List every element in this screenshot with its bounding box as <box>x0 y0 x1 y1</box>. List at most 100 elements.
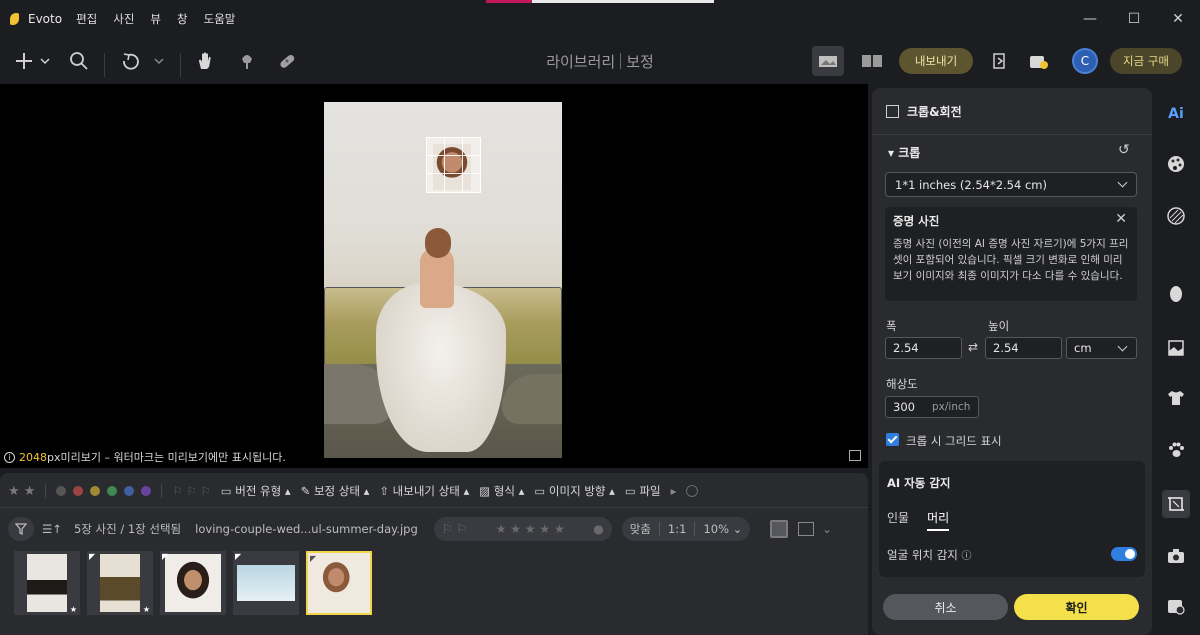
face-icon[interactable] <box>1166 284 1186 304</box>
resolution-label: 해상도 <box>886 377 918 391</box>
maximize-button[interactable]: ☐ <box>1112 0 1156 38</box>
grid-checkbox[interactable] <box>886 433 899 446</box>
add-button[interactable] <box>12 46 52 76</box>
palette-icon[interactable] <box>1166 154 1186 174</box>
edit-status-filter[interactable]: ✎ 보정 상태 ▴ <box>301 483 370 499</box>
thumbnail[interactable]: ◤ <box>160 551 226 615</box>
search-icon <box>70 52 88 70</box>
photos-icon <box>819 56 837 67</box>
reset-icon[interactable]: ↺ <box>1118 142 1130 158</box>
menu-photo[interactable]: 사진 <box>113 11 134 27</box>
export-button[interactable]: 내보내기 <box>899 48 973 74</box>
thumbnail-selected[interactable]: ◤ <box>306 551 372 615</box>
rating-stars[interactable]: ★ ★ ★ ★ ★ <box>496 522 565 536</box>
funnel-icon <box>15 523 27 535</box>
fit-button[interactable]: 맞춤 <box>622 521 659 537</box>
clothing-icon[interactable] <box>1166 388 1186 408</box>
crop-frame[interactable] <box>426 137 481 193</box>
rating-pill[interactable]: ⚐ ⚐ ★ ★ ★ ★ ★ ● <box>433 517 612 541</box>
crop-svg <box>1168 497 1184 511</box>
confirm-button[interactable]: 확인 <box>1014 594 1139 620</box>
thumbnail[interactable]: ◤ <box>233 551 299 615</box>
bandage-tool-button[interactable] <box>276 46 298 76</box>
width-input[interactable]: 2.54 <box>885 337 962 359</box>
color-dot-green[interactable] <box>107 486 118 496</box>
search-button[interactable] <box>66 46 92 76</box>
sort-icon[interactable]: ☰↑ <box>42 522 62 536</box>
version-type-filter[interactable]: ▭ 버전 유형 ▴ <box>221 483 291 499</box>
color-filter <box>56 486 152 496</box>
single-view-button[interactable] <box>770 520 789 538</box>
ai-icon[interactable]: Ai <box>1166 104 1186 124</box>
scroll-right-icon[interactable]: ▸ <box>671 484 677 498</box>
resolution-value: 300 <box>893 400 915 414</box>
filmstrip-toolbar: ☰↑ 5장 사진 / 1장 선택됨 loving-couple-wed...ul… <box>8 517 832 541</box>
settings-circle-icon[interactable] <box>686 485 699 497</box>
share-button[interactable] <box>988 46 1012 76</box>
library-view-button[interactable] <box>812 46 844 76</box>
color-dot-yellow[interactable] <box>90 486 101 496</box>
pet-icon[interactable] <box>1166 440 1186 460</box>
flag-icons[interactable]: ⚐ ⚐ <box>442 522 467 536</box>
resolution-unit: px/inch <box>932 401 971 413</box>
height-input[interactable]: 2.54 <box>985 337 1062 359</box>
undo-button[interactable] <box>120 46 168 76</box>
orientation-label: 이미지 방향 <box>548 484 606 498</box>
thumbnail[interactable]: ★ <box>14 551 80 615</box>
crop-preset-select[interactable]: 1*1 inches (2.54*2.54 cm) <box>885 172 1137 197</box>
crop-tool-icon[interactable] <box>1162 490 1190 518</box>
menu-window[interactable]: 창 <box>177 11 188 27</box>
texture-icon[interactable] <box>1166 206 1186 226</box>
color-dot-gray[interactable] <box>56 486 67 496</box>
hand-icon <box>199 52 211 69</box>
collapse-chevron-icon[interactable]: ⌄ <box>822 522 832 536</box>
flag-filter-icon[interactable]: ⚐ ⚐ ⚐ <box>172 484 210 498</box>
one-to-one-button[interactable]: 1:1 <box>658 522 696 536</box>
filter-button[interactable] <box>8 517 34 541</box>
thumbnail-image <box>165 554 221 612</box>
export-status-filter[interactable]: ⇧ 내보내기 상태 ▴ <box>379 483 469 499</box>
file-filter[interactable]: ▭ 파일 <box>625 483 661 499</box>
star-filter-icon[interactable]: ★ ★ <box>8 484 35 499</box>
split-view-button[interactable] <box>798 522 815 536</box>
cancel-button[interactable]: 취소 <box>883 594 1008 620</box>
hand-tool-button[interactable] <box>194 46 216 76</box>
color-dot-blue[interactable] <box>124 486 135 496</box>
swap-dimensions-icon[interactable]: ⇄ <box>968 340 978 354</box>
camera-icon[interactable] <box>1166 546 1186 566</box>
color-dot-purple[interactable] <box>141 486 152 496</box>
menu-help[interactable]: 도움말 <box>204 11 236 27</box>
close-window-button[interactable]: ✕ <box>1156 0 1200 38</box>
face-detect-toggle[interactable] <box>1111 547 1137 561</box>
color-dot-red[interactable] <box>73 486 84 496</box>
zoom-select[interactable]: 10% ⌄ <box>695 522 750 536</box>
background-icon[interactable] <box>1166 338 1186 358</box>
tab-head[interactable]: 머리 <box>927 509 950 531</box>
format-filter[interactable]: ▨ 형식 ▴ <box>479 483 524 499</box>
minimize-button[interactable]: — <box>1068 0 1112 38</box>
sync-button[interactable] <box>1026 46 1052 76</box>
thumbnail[interactable]: ◤ ★ <box>87 551 153 615</box>
menu-edit[interactable]: 편집 <box>76 11 97 27</box>
thumbnail-image <box>100 554 140 612</box>
color-label-dot[interactable]: ● <box>593 522 603 536</box>
avatar[interactable]: C <box>1072 48 1098 74</box>
preset-folder-icon[interactable] <box>1166 596 1186 616</box>
resolution-input[interactable]: 300 px/inch <box>885 396 979 418</box>
close-icon[interactable]: ✕ <box>1115 211 1127 227</box>
filmstrip-panel: ★ ★ ⚐ ⚐ ⚐ ▭ 버전 유형 ▴ ✎ 보정 상태 ▴ ⇧ 내보내기 상태 … <box>0 473 868 635</box>
thumbnail-image <box>311 554 367 612</box>
chevron-down-icon <box>1117 177 1128 188</box>
brush-tool-button[interactable] <box>236 46 258 76</box>
tab-person[interactable]: 인물 <box>887 509 909 531</box>
buy-now-button[interactable]: 지금 구매 <box>1110 48 1182 74</box>
info-title: 증명 사진 <box>893 214 940 228</box>
compare-view-button[interactable] <box>858 46 886 76</box>
unit-select[interactable]: cm <box>1066 337 1137 359</box>
crop-section-toggle[interactable]: ▾ 크롭 <box>888 144 920 161</box>
orientation-filter[interactable]: ▭ 이미지 방향 ▴ <box>534 483 615 499</box>
book-icon[interactable] <box>849 450 861 461</box>
grid-line <box>444 138 445 192</box>
help-icon[interactable]: ⓘ <box>961 551 971 562</box>
menu-view[interactable]: 뷰 <box>150 11 161 27</box>
